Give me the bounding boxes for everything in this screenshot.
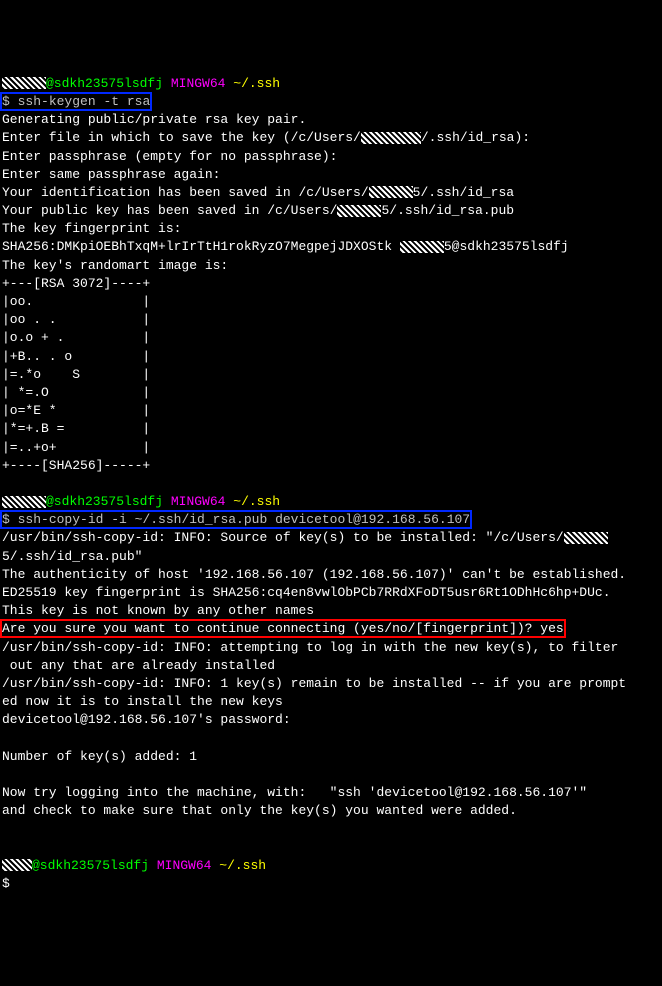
command-text[interactable]: ssh-keygen -t rsa xyxy=(18,94,151,109)
output-line: /usr/bin/ssh-copy-id: INFO: 1 key(s) rem… xyxy=(2,676,626,691)
prompt-user-host: @sdkh23575lsdfj xyxy=(46,494,163,509)
prompt-user-host: @sdkh23575lsdfj xyxy=(32,858,149,873)
obscured-path xyxy=(361,132,421,144)
obscured-user xyxy=(2,859,32,871)
output-line: ED25519 key fingerprint is SHA256:cq4en8… xyxy=(2,585,611,600)
output-line: /usr/bin/ssh-copy-id: INFO: Source of ke… xyxy=(2,530,564,545)
prompt-user-host: @sdkh23575lsdfj xyxy=(46,76,163,91)
prompt-path: ~/.ssh xyxy=(233,494,280,509)
highlighted-prompt-line: Are you sure you want to continue connec… xyxy=(2,621,564,636)
randomart-line: |oo. | xyxy=(2,294,150,309)
obscured-user xyxy=(2,496,46,508)
output-line: Enter passphrase (empty for no passphras… xyxy=(2,149,337,164)
output-line: and check to make sure that only the key… xyxy=(2,803,517,818)
obscured-user xyxy=(400,241,444,253)
highlighted-command-1: $ ssh-keygen -t rsa xyxy=(2,94,150,109)
output-line: ed now it is to install the new keys xyxy=(2,694,283,709)
output-line: Number of key(s) added: 1 xyxy=(2,749,197,764)
highlighted-command-2: $ ssh-copy-id -i ~/.ssh/id_rsa.pub devic… xyxy=(2,512,470,527)
randomart-line: +---[RSA 3072]----+ xyxy=(2,276,150,291)
prompt-path: ~/.ssh xyxy=(219,858,266,873)
prompt-path: ~/.ssh xyxy=(233,76,280,91)
output-line: SHA256:DMKpiOEBhTxqM+lrIrTtH1rokRyzO7Meg… xyxy=(2,239,400,254)
randomart-line: |o.o + . | xyxy=(2,330,150,345)
output-line: Your public key has been saved in /c/Use… xyxy=(2,203,337,218)
output-line: 5/.ssh/id_rsa.pub" xyxy=(2,549,142,564)
output-line: Enter same passphrase again: xyxy=(2,167,220,182)
output-line: /usr/bin/ssh-copy-id: INFO: attempting t… xyxy=(2,640,618,655)
output-line: The key's randomart image is: xyxy=(2,258,228,273)
command-text[interactable]: ssh-copy-id -i ~/.ssh/id_rsa.pub devicet… xyxy=(18,512,470,527)
terminal-output: @sdkh23575lsdfj MINGW64 ~/.ssh $ ssh-key… xyxy=(2,75,660,893)
randomart-line: |oo . . | xyxy=(2,312,150,327)
output-line: The authenticity of host '192.168.56.107… xyxy=(2,567,626,582)
obscured-user xyxy=(2,77,46,89)
output-line: out any that are already installed xyxy=(2,658,275,673)
randomart-line: |=.*o S | xyxy=(2,367,150,382)
obscured-path xyxy=(369,186,413,198)
output-line: Your identification has been saved in /c… xyxy=(2,185,369,200)
output-line: devicetool@192.168.56.107's password: xyxy=(2,712,291,727)
output-line: Now try logging into the machine, with: … xyxy=(2,785,587,800)
output-line: The key fingerprint is: xyxy=(2,221,181,236)
randomart-line: |=..+o+ | xyxy=(2,440,150,455)
randomart-line: |+B.. . o | xyxy=(2,349,150,364)
output-line: This key is not known by any other names xyxy=(2,603,314,618)
obscured-path xyxy=(337,205,381,217)
prompt-shell: MINGW64 xyxy=(157,858,212,873)
prompt-shell: MINGW64 xyxy=(171,494,226,509)
randomart-line: +----[SHA256]-----+ xyxy=(2,458,150,473)
prompt-dollar[interactable]: $ xyxy=(2,876,10,891)
obscured-path xyxy=(564,532,608,544)
randomart-line: |o=*E * | xyxy=(2,403,150,418)
randomart-line: | *=.O | xyxy=(2,385,150,400)
randomart-line: |*=+.B = | xyxy=(2,421,150,436)
output-line: Enter file in which to save the key (/c/… xyxy=(2,130,361,145)
prompt-shell: MINGW64 xyxy=(171,76,226,91)
output-line: Generating public/private rsa key pair. xyxy=(2,112,306,127)
